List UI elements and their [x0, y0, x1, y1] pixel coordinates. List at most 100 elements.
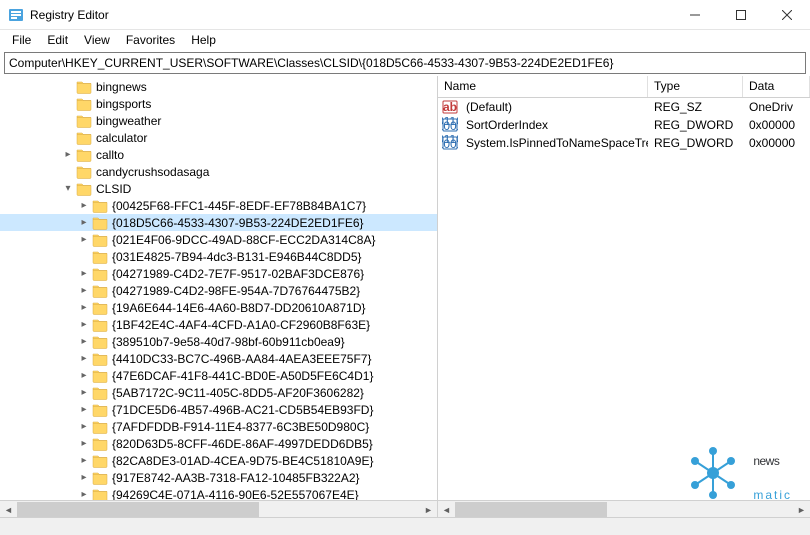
binary-value-icon: 01101001	[442, 117, 458, 133]
menu-view[interactable]: View	[76, 31, 118, 49]
value-name: System.IsPinnedToNameSpaceTree	[460, 136, 648, 150]
menu-edit[interactable]: Edit	[39, 31, 76, 49]
window-title: Registry Editor	[30, 8, 672, 22]
menu-file[interactable]: File	[4, 31, 39, 49]
expander-icon[interactable]: ▸	[76, 268, 92, 279]
minimize-button[interactable]	[672, 0, 718, 30]
folder-icon	[92, 420, 108, 434]
content-area: bingnewsbingsportsbingweathercalculator▸…	[0, 76, 810, 517]
tree-node[interactable]: {031E4825-7B94-4dc3-B131-E946B44C8DD5}	[0, 248, 437, 265]
tree-node-label: {82CA8DE3-01AD-4CEA-9D75-BE4C51810A9E}	[112, 454, 374, 468]
tree-node[interactable]: ▸{018D5C66-4533-4307-9B53-224DE2ED1FE6}	[0, 214, 437, 231]
scroll-track[interactable]	[17, 501, 420, 517]
tree-node[interactable]: ▸callto	[0, 146, 437, 163]
folder-icon	[92, 199, 108, 213]
list-header: Name Type Data	[438, 76, 810, 98]
expander-icon[interactable]: ▸	[76, 200, 92, 211]
tree-node[interactable]: ▸ {00425F68-FFC1-445F-8EDF-EF78B84BA1C7}	[0, 197, 437, 214]
expander-icon[interactable]: ▸	[76, 353, 92, 364]
header-name[interactable]: Name	[438, 76, 648, 97]
value-type: REG_DWORD	[648, 118, 743, 132]
folder-icon	[92, 403, 108, 417]
expander-icon[interactable]: ▸	[76, 234, 92, 245]
tree-node[interactable]: ▸{5AB7172C-9C11-405C-8DD5-AF20F3606282}	[0, 384, 437, 401]
expander-icon[interactable]: ▸	[76, 319, 92, 330]
expander-icon[interactable]: ▸	[76, 302, 92, 313]
tree-node[interactable]: bingweather	[0, 112, 437, 129]
tree-node[interactable]: ▸{04271989-C4D2-7E7F-9517-02BAF3DCE876}	[0, 265, 437, 282]
scroll-track[interactable]	[455, 501, 793, 517]
tree-node-label: {47E6DCAF-41F8-441C-BD0E-A50D5FE6C4D1}	[112, 369, 373, 383]
folder-icon	[92, 386, 108, 400]
tree-hscrollbar[interactable]: ◄ ►	[0, 500, 437, 517]
values-pane[interactable]: Name Type Data ab(Default)REG_SZOneDriv0…	[438, 76, 810, 517]
scroll-right-button[interactable]: ►	[793, 501, 810, 517]
close-button[interactable]	[764, 0, 810, 30]
tree-node[interactable]: ▸ {917E8742-AA3B-7318-FA12-10485FB322A2}	[0, 469, 437, 486]
folder-icon	[76, 97, 92, 111]
value-row[interactable]: 01101001SortOrderIndexREG_DWORD0x00000	[438, 116, 810, 134]
binary-value-icon: 01101001	[442, 135, 458, 151]
values-hscrollbar[interactable]: ◄ ►	[438, 500, 810, 517]
expander-icon[interactable]: ▸	[76, 472, 92, 483]
tree-node[interactable]: ▸{19A6E644-14E6-4A60-B8D7-DD20610A871D}	[0, 299, 437, 316]
value-row[interactable]: ab(Default)REG_SZOneDriv	[438, 98, 810, 116]
titlebar: Registry Editor	[0, 0, 810, 30]
folder-icon	[92, 284, 108, 298]
tree-node[interactable]: ▸ {47E6DCAF-41F8-441C-BD0E-A50D5FE6C4D1}	[0, 367, 437, 384]
tree-node[interactable]: calculator	[0, 129, 437, 146]
expander-icon[interactable]: ▸	[76, 217, 92, 228]
expander-icon[interactable]: ▸	[60, 149, 76, 160]
folder-icon	[76, 182, 92, 196]
tree-node[interactable]: bingnews	[0, 78, 437, 95]
expander-icon[interactable]: ▾	[60, 183, 76, 194]
tree-node[interactable]: ▸{1BF42E4C-4AF4-4CFD-A1A0-CF2960B8F63E}	[0, 316, 437, 333]
folder-icon	[92, 335, 108, 349]
expander-icon[interactable]: ▸	[76, 421, 92, 432]
menu-favorites[interactable]: Favorites	[118, 31, 183, 49]
window-controls	[672, 0, 810, 30]
expander-icon[interactable]: ▸	[76, 404, 92, 415]
tree-node[interactable]: candycrushsodasaga	[0, 163, 437, 180]
tree-node[interactable]: ▸{04271989-C4D2-98FE-954A-7D76764475B2}	[0, 282, 437, 299]
scroll-left-button[interactable]: ◄	[438, 501, 455, 517]
address-bar[interactable]	[4, 52, 806, 74]
tree-node[interactable]: ▸{71DCE5D6-4B57-496B-AC21-CD5B54EB93FD}	[0, 401, 437, 418]
tree-node[interactable]: ▸{820D63D5-8CFF-46DE-86AF-4997DEDD6DB5}	[0, 435, 437, 452]
header-type[interactable]: Type	[648, 76, 743, 97]
tree-node-label: {00425F68-FFC1-445F-8EDF-EF78B84BA1C7}	[112, 199, 366, 213]
expander-icon[interactable]: ▸	[76, 387, 92, 398]
folder-icon	[92, 216, 108, 230]
expander-icon[interactable]: ▸	[76, 370, 92, 381]
expander-icon[interactable]: ▸	[76, 489, 92, 500]
tree-pane[interactable]: bingnewsbingsportsbingweathercalculator▸…	[0, 76, 438, 517]
folder-icon	[76, 148, 92, 162]
address-input[interactable]	[9, 56, 801, 70]
tree-node-label: {7AFDFDDB-F914-11E4-8377-6C3BE50D980C}	[112, 420, 369, 434]
registry-tree: bingnewsbingsportsbingweathercalculator▸…	[0, 76, 437, 517]
maximize-button[interactable]	[718, 0, 764, 30]
folder-icon	[76, 165, 92, 179]
tree-node[interactable]: ▸{4410DC33-BC7C-496B-AA84-4AEA3EEE75F7}	[0, 350, 437, 367]
scroll-right-button[interactable]: ►	[420, 501, 437, 517]
tree-node[interactable]: ▸ {7AFDFDDB-F914-11E4-8377-6C3BE50D980C}	[0, 418, 437, 435]
tree-node[interactable]: ▾CLSID	[0, 180, 437, 197]
value-type: REG_DWORD	[648, 136, 743, 150]
tree-node[interactable]: ▸{389510b7-9e58-40d7-98bf-60b911cb0ea9}	[0, 333, 437, 350]
value-row[interactable]: 01101001System.IsPinnedToNameSpaceTreeRE…	[438, 134, 810, 152]
tree-node[interactable]: bingsports	[0, 95, 437, 112]
tree-node[interactable]: ▸{021E4F06-9DCC-49AD-88CF-ECC2DA314C8A}	[0, 231, 437, 248]
header-data[interactable]: Data	[743, 76, 810, 97]
tree-node-label: {917E8742-AA3B-7318-FA12-10485FB322A2}	[112, 471, 360, 485]
folder-icon	[92, 471, 108, 485]
tree-node[interactable]: ▸ {82CA8DE3-01AD-4CEA-9D75-BE4C51810A9E}	[0, 452, 437, 469]
menu-help[interactable]: Help	[183, 31, 224, 49]
expander-icon[interactable]: ▸	[76, 438, 92, 449]
value-data: OneDriv	[743, 100, 810, 114]
list-body: ab(Default)REG_SZOneDriv01101001SortOrde…	[438, 98, 810, 152]
scroll-left-button[interactable]: ◄	[0, 501, 17, 517]
expander-icon[interactable]: ▸	[76, 455, 92, 466]
expander-icon[interactable]: ▸	[76, 285, 92, 296]
folder-icon	[92, 318, 108, 332]
expander-icon[interactable]: ▸	[76, 336, 92, 347]
